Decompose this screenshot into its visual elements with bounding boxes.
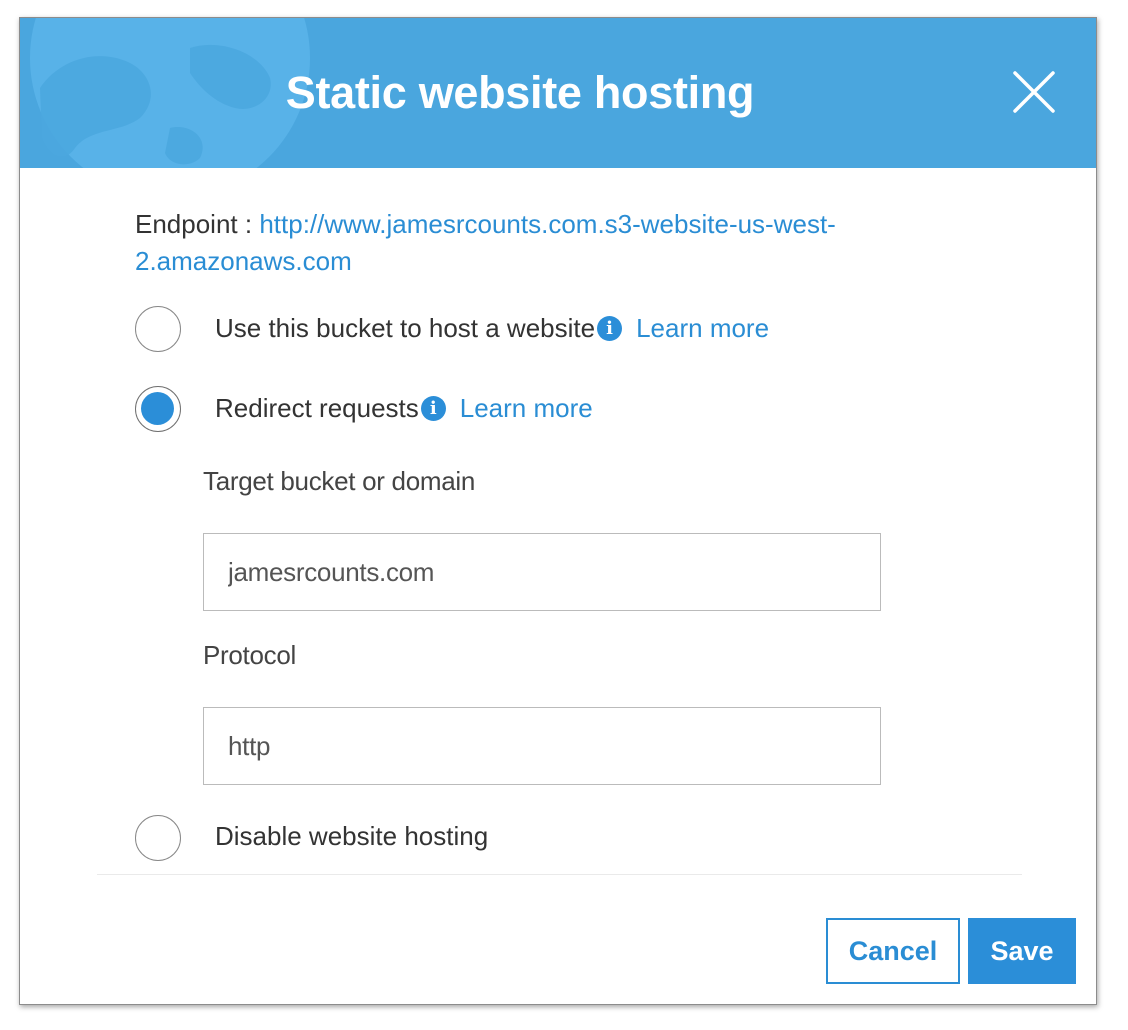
protocol-input[interactable] <box>203 707 881 785</box>
static-website-hosting-dialog: Static website hosting Endpoint : http:/… <box>19 17 1097 1005</box>
save-button[interactable]: Save <box>968 918 1076 984</box>
cancel-button[interactable]: Cancel <box>826 918 960 984</box>
target-bucket-input[interactable] <box>203 533 881 611</box>
option-disable-hosting: Disable website hosting <box>215 816 488 856</box>
close-icon <box>1013 71 1055 113</box>
radio-host-website[interactable] <box>135 306 181 352</box>
learn-more-link[interactable]: Learn more <box>460 393 593 423</box>
radio-disable-hosting[interactable] <box>135 815 181 861</box>
dialog-title: Static website hosting <box>285 67 755 118</box>
option-redirect-label: Redirect requests <box>215 393 419 423</box>
radio-redirect-requests[interactable] <box>135 386 181 432</box>
info-icon[interactable]: i <box>597 316 623 341</box>
endpoint-label: Endpoint : <box>135 209 253 239</box>
endpoint-info: Endpoint : http://www.jamesrcounts.com.s… <box>135 206 955 280</box>
learn-more-link[interactable]: Learn more <box>636 313 769 343</box>
close-button[interactable] <box>1012 70 1056 114</box>
dialog-header: Static website hosting <box>20 18 1096 168</box>
option-redirect-requests: Redirect requests i Learn more <box>215 388 593 428</box>
footer-divider <box>97 874 1022 875</box>
info-icon[interactable]: i <box>420 396 446 421</box>
target-bucket-label: Target bucket or domain <box>203 466 476 496</box>
option-disable-label: Disable website hosting <box>215 821 489 851</box>
protocol-label: Protocol <box>203 640 296 670</box>
option-host-website-label: Use this bucket to host a website <box>215 313 596 343</box>
option-host-website: Use this bucket to host a website i Learn … <box>215 308 769 348</box>
